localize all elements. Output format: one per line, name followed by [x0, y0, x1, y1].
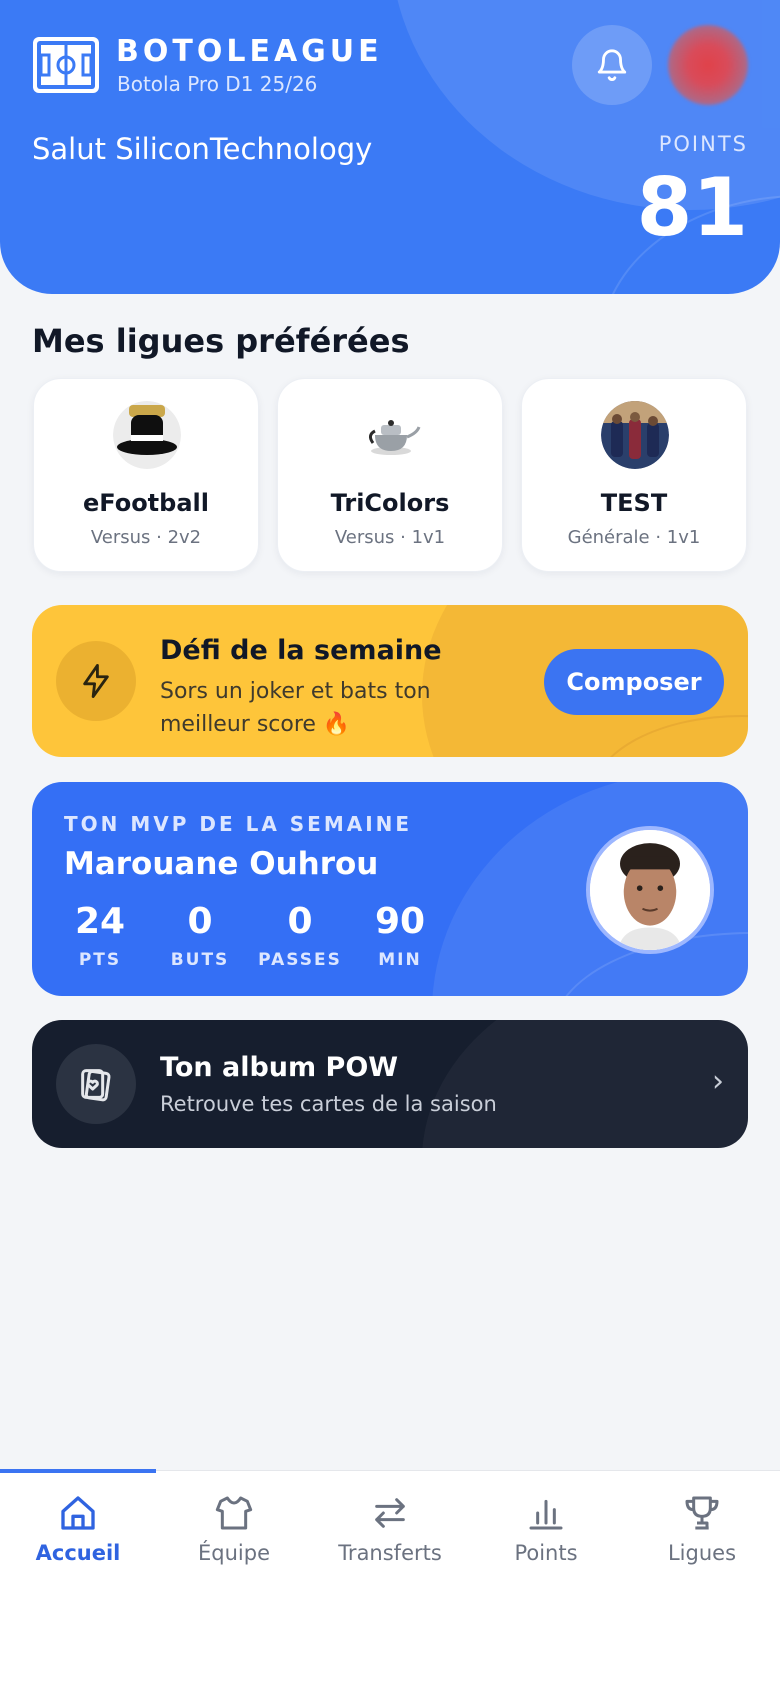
nav-label: Points [514, 1541, 578, 1565]
nav-tab-transfers[interactable]: Transferts [312, 1493, 468, 1565]
cards-icon-wrap [56, 1044, 136, 1124]
league-name: TriColors [330, 489, 450, 517]
stat-label: MIN [378, 950, 422, 970]
weekly-challenge-card: Défi de la semaine Sors un joker et bats… [32, 605, 748, 757]
cards-icon [81, 1069, 111, 1102]
nav-label: Transferts [338, 1541, 442, 1565]
home-icon [61, 1496, 95, 1530]
notifications-button[interactable] [572, 25, 652, 105]
chevron-right-icon: › [712, 1064, 724, 1099]
league-name: eFootball [83, 489, 209, 517]
challenge-description: Sors un joker et bats ton meilleur score… [160, 679, 431, 737]
league-card-test[interactable]: TEST Générale · 1v1 [521, 378, 747, 572]
nav-label: Ligues [667, 1541, 737, 1565]
nav-label: Accueil [35, 1541, 121, 1565]
stat-value: 90 [374, 901, 426, 942]
stat-value: 0 [187, 901, 213, 942]
points-label: POINTS [658, 132, 748, 156]
shirt-icon [215, 1496, 253, 1530]
brand-name: BOTOLEAGUE [116, 34, 383, 69]
challenge-title: Défi de la semaine [160, 635, 442, 666]
nav-tab-points[interactable]: Points [468, 1493, 624, 1565]
league-meta: Versus · 2v2 [90, 527, 202, 548]
stat-assists: 0 PASSES [255, 901, 345, 971]
stat-value: 0 [287, 901, 313, 942]
stat-minutes: 90 MIN [355, 901, 445, 971]
nav-tab-team[interactable]: Équipe [156, 1493, 312, 1565]
nav-label: Équipe [198, 1541, 270, 1565]
nav-tab-home[interactable]: Accueil [0, 1493, 156, 1565]
league-card-efootball[interactable]: eFootball Versus · 2v2 [33, 378, 259, 572]
nav-tab-leagues[interactable]: Ligues [624, 1493, 780, 1565]
greeting: Salut SiliconTechnology [32, 132, 373, 166]
points-value: 81 [636, 161, 748, 254]
hat-avatar-icon [113, 401, 181, 469]
teapot-icon [357, 401, 425, 469]
mvp-player-name: Marouane Ouhrou [64, 846, 379, 882]
bottom-nav: Accueil Équipe Transferts Points Ligues [0, 1469, 780, 1688]
bell-icon [597, 49, 627, 81]
bolt-icon [83, 664, 109, 698]
season-label: Botola Pro D1 25/26 [117, 72, 318, 96]
france-team-avatar-icon [601, 401, 669, 469]
compose-button[interactable]: Composer [544, 649, 724, 715]
stat-label: PTS [78, 950, 122, 970]
user-avatar[interactable] [668, 25, 748, 105]
league-card-tricolors[interactable]: TriColors Versus · 1v1 [277, 378, 503, 572]
player-photo [586, 826, 714, 954]
stat-label: PASSES [258, 950, 342, 970]
transfer-arrows-icon [375, 1498, 405, 1528]
home-screen: BOTOLEAGUE Botola Pro D1 25/26 Salut Sil… [0, 0, 780, 1688]
league-meta: Générale · 1v1 [567, 527, 701, 548]
bar-chart-icon [529, 1499, 563, 1530]
mvp-label: TON MVP DE LA SEMAINE [64, 812, 413, 836]
album-subtitle: Retrouve tes cartes de la saison [160, 1092, 497, 1116]
favorites-title: Mes ligues préférées [32, 322, 410, 360]
stat-value: 24 [74, 901, 126, 942]
active-tab-indicator [0, 1469, 156, 1473]
bolt-icon-wrap [56, 641, 136, 721]
league-meta: Versus · 1v1 [334, 527, 446, 548]
mvp-card[interactable]: TON MVP DE LA SEMAINE Marouane Ouhrou 24… [32, 782, 748, 996]
pitch-logo-icon [33, 37, 99, 93]
stat-points: 24 PTS [55, 901, 145, 971]
header: BOTOLEAGUE Botola Pro D1 25/26 Salut Sil… [0, 0, 780, 294]
card-decoration [422, 1020, 748, 1148]
album-card[interactable]: Ton album POW Retrouve tes cartes de la … [32, 1020, 748, 1148]
stat-goals: 0 BUTS [155, 901, 245, 971]
stat-label: BUTS [170, 950, 230, 970]
trophy-icon [685, 1496, 719, 1530]
album-title: Ton album POW [160, 1052, 399, 1083]
league-name: TEST [600, 489, 668, 517]
